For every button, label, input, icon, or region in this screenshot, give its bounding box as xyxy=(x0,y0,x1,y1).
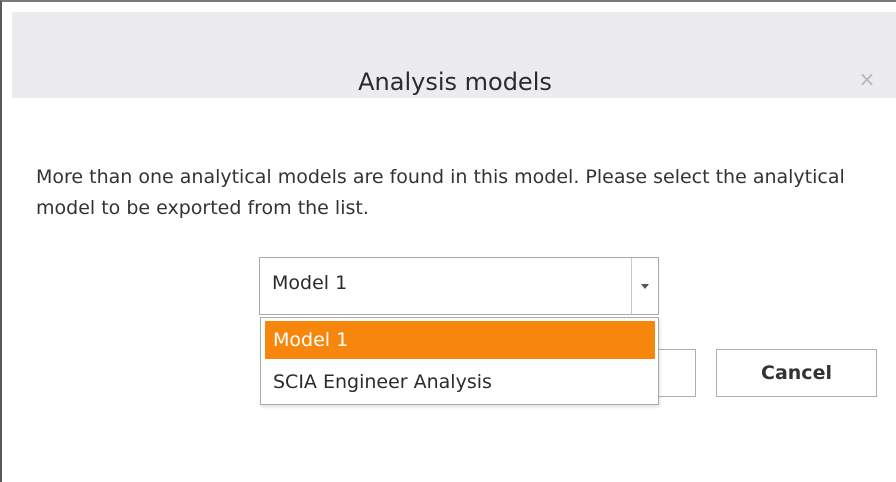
model-select[interactable]: Model 1 xyxy=(259,257,659,315)
cancel-button[interactable]: Cancel xyxy=(716,349,877,397)
model-select-toggle[interactable] xyxy=(631,258,658,314)
option-model-1[interactable]: Model 1 xyxy=(265,321,655,359)
dialog-title: Analysis models xyxy=(358,68,552,96)
model-select-dropdown: Model 1 SCIA Engineer Analysis xyxy=(260,317,659,405)
analysis-models-dialog: Analysis models × More than one analytic… xyxy=(0,0,896,482)
option-scia-engineer-analysis[interactable]: SCIA Engineer Analysis xyxy=(265,363,655,401)
chevron-down-icon xyxy=(641,284,649,289)
dialog-message: More than one analytical models are foun… xyxy=(36,166,845,219)
close-icon[interactable]: × xyxy=(857,69,877,89)
dialog-titlebar: Analysis models × xyxy=(12,12,896,98)
model-select-value: Model 1 xyxy=(272,272,348,294)
